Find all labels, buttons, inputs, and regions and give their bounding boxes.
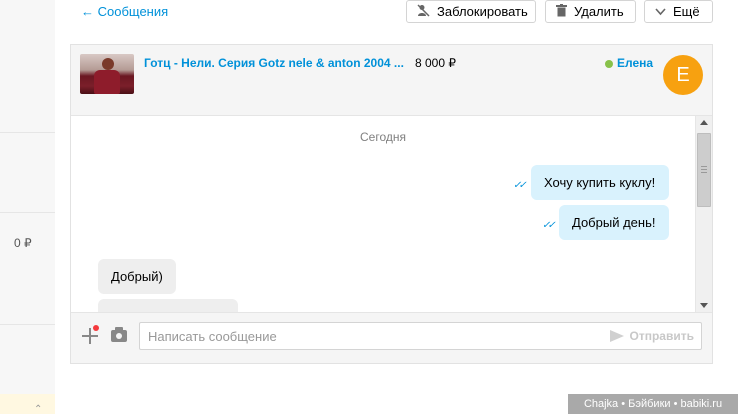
- scroll-down-arrow-icon[interactable]: [700, 303, 708, 308]
- message-input[interactable]: Написать сообщение Отправить: [139, 322, 702, 350]
- outgoing-message: Хочу купить куклу!: [531, 165, 669, 200]
- back-to-messages-link[interactable]: ← Сообщения: [81, 4, 168, 19]
- block-button-label: Заблокировать: [437, 4, 528, 19]
- notification-dot: [93, 325, 99, 331]
- online-status-dot: [605, 60, 613, 68]
- outgoing-message: Добрый день!: [559, 205, 669, 240]
- message-list: Сегодня ✓✓ Хочу купить куклу! ✓✓ Добрый …: [71, 116, 695, 312]
- incoming-message: [98, 299, 238, 312]
- chat-header: Готц - Нели. Серия Gotz nele & anton 200…: [71, 45, 712, 116]
- send-button-label: Отправить: [629, 329, 694, 343]
- avatar[interactable]: Е: [663, 55, 703, 95]
- date-separator: Сегодня: [360, 130, 406, 144]
- message-scrollbar[interactable]: [695, 116, 712, 312]
- block-button[interactable]: Заблокировать: [406, 0, 536, 23]
- page: 0 ₽ ⌃ ← Сообщения Заблокировать Удалить …: [0, 0, 738, 414]
- chevron-up-icon: ⌃: [34, 404, 43, 414]
- seller-name-link[interactable]: Елена: [617, 56, 653, 70]
- sidebar-divider: [0, 324, 55, 325]
- message-text: Хочу купить куклу!: [544, 175, 656, 190]
- trash-icon: [556, 3, 567, 20]
- message-text: Добрый день!: [572, 215, 656, 230]
- left-sidebar: [0, 0, 55, 414]
- send-button[interactable]: Отправить: [609, 323, 694, 349]
- item-title-link[interactable]: Готц - Нели. Серия Gotz nele & anton 200…: [144, 56, 404, 70]
- sidebar-divider: [0, 132, 55, 133]
- item-thumbnail[interactable]: [80, 54, 134, 94]
- chevron-down-icon: [655, 5, 666, 19]
- block-icon: [417, 3, 430, 20]
- message-composer: Написать сообщение Отправить: [71, 312, 712, 363]
- sidebar-highlight-item[interactable]: [0, 394, 55, 414]
- watermark: Chajka • Бэйбики • babiki.ru: [568, 394, 738, 414]
- chat-panel: Готц - Нели. Серия Gotz nele & anton 200…: [70, 44, 713, 364]
- delete-button-label: Удалить: [574, 4, 624, 19]
- read-checkmark-icon: ✓✓: [542, 220, 556, 231]
- camera-icon[interactable]: [111, 327, 127, 342]
- item-price: 8 000 ₽: [415, 56, 456, 70]
- read-checkmark-icon: ✓✓: [513, 180, 527, 191]
- sidebar-divider: [0, 212, 55, 213]
- scrollbar-thumb[interactable]: [697, 133, 711, 207]
- sidebar-price: 0 ₽: [14, 236, 32, 250]
- scroll-up-arrow-icon[interactable]: [700, 120, 708, 125]
- message-text: Добрый): [111, 269, 163, 284]
- more-button[interactable]: Ещё: [644, 0, 713, 23]
- more-button-label: Ещё: [673, 4, 700, 19]
- send-icon: [609, 330, 624, 342]
- delete-button[interactable]: Удалить: [545, 0, 636, 23]
- message-input-placeholder: Написать сообщение: [148, 328, 277, 344]
- incoming-message: Добрый): [98, 259, 176, 294]
